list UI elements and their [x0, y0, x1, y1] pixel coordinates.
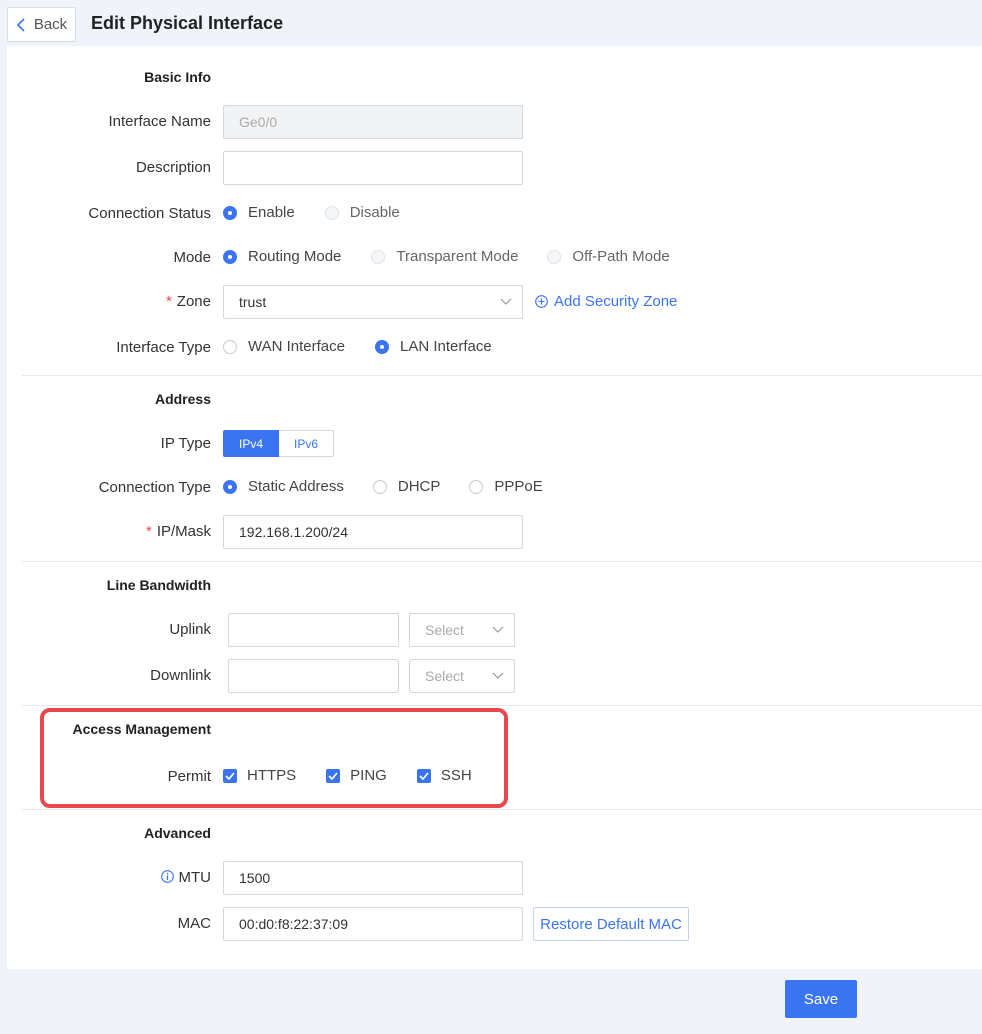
back-button[interactable]: Back: [7, 7, 76, 42]
radio-checked-icon: [223, 479, 237, 494]
mode-label: Mode: [173, 249, 211, 266]
chevron-down-icon: [492, 672, 504, 679]
zone-label: * Zone: [0, 293, 211, 310]
radio-routing-mode-label: Routing Mode: [248, 248, 342, 265]
divider: [22, 375, 982, 376]
chevron-down-icon: [492, 626, 504, 633]
interface-type-radio-group: WAN Interface LAN Interface: [223, 338, 492, 355]
description-label: Description: [135, 159, 211, 176]
add-security-zone-link[interactable]: Add Security Zone: [535, 293, 677, 310]
uplink-unit-select[interactable]: Select: [409, 613, 515, 647]
interface-type-label: Interface Type: [116, 339, 211, 356]
connection-type-radio-group: Static Address DHCP PPPoE: [223, 478, 543, 495]
radio-dhcp[interactable]: DHCP: [372, 478, 441, 495]
divider: [22, 561, 982, 562]
divider: [22, 705, 982, 706]
radio-unchecked-icon: [223, 339, 237, 354]
radio-unchecked-icon: [372, 479, 387, 494]
downlink-label: Downlink: [150, 667, 211, 684]
info-icon[interactable]: [160, 870, 174, 883]
uplink-field[interactable]: [228, 613, 399, 647]
radio-pppoe-label: PPPoE: [494, 478, 543, 495]
mac-value: 00:d0:f8:22:37:09: [239, 916, 348, 932]
ip-mask-field[interactable]: 192.168.1.200/24: [223, 515, 523, 549]
ip-mask-value: 192.168.1.200/24: [239, 524, 348, 540]
radio-unchecked-icon: [469, 479, 484, 494]
radio-transparent-mode[interactable]: Transparent Mode: [371, 248, 518, 265]
radio-static-address[interactable]: Static Address: [223, 478, 344, 495]
radio-routing-mode[interactable]: Routing Mode: [223, 248, 341, 265]
interface-name-value: Ge0/0: [239, 114, 278, 130]
radio-checked-icon: [374, 339, 389, 354]
chevron-left-icon: [16, 17, 25, 32]
downlink-unit-select[interactable]: Select: [409, 659, 515, 693]
mtu-label: MTU: [0, 869, 211, 886]
mtu-field[interactable]: 1500: [223, 861, 523, 895]
radio-enable-label: Enable: [248, 204, 295, 221]
radio-checked-icon: [223, 205, 237, 220]
radio-dhcp-label: DHCP: [397, 478, 441, 495]
radio-disable[interactable]: Disable: [324, 204, 400, 221]
mtu-label-text: MTU: [178, 869, 212, 886]
uplink-label: Uplink: [169, 621, 211, 638]
interface-name-field: Ge0/0: [223, 105, 523, 139]
mtu-value: 1500: [239, 870, 271, 886]
description-field[interactable]: [223, 151, 523, 185]
section-title-address: Address: [154, 391, 211, 407]
ip-type-segmented: IPv4 IPv6: [223, 430, 334, 457]
radio-disable-label: Disable: [349, 204, 400, 221]
zone-select-value: trust: [239, 294, 267, 310]
radio-checked-icon: [223, 249, 237, 264]
radio-unchecked-icon: [547, 249, 562, 264]
radio-pppoe[interactable]: PPPoE: [469, 478, 543, 495]
radio-transparent-mode-label: Transparent Mode: [396, 248, 519, 265]
radio-off-path-mode[interactable]: Off-Path Mode: [547, 248, 670, 265]
radio-wan-interface[interactable]: WAN Interface: [223, 338, 345, 355]
section-title-advanced: Advanced: [144, 825, 211, 841]
highlight-box: [40, 708, 508, 808]
radio-off-path-mode-label: Off-Path Mode: [572, 248, 670, 265]
connection-status-radio-group: Enable Disable: [223, 204, 400, 221]
page-header: Back Edit Physical Interface: [0, 0, 982, 46]
mode-radio-group: Routing Mode Transparent Mode Off-Path M…: [223, 248, 670, 265]
ip-mask-label-text: IP/Mask: [156, 523, 211, 540]
mac-label: MAC: [177, 915, 211, 932]
page-title: Edit Physical Interface: [91, 13, 284, 33]
downlink-unit-placeholder: Select: [425, 668, 464, 684]
ip-mask-label: * IP/Mask: [0, 523, 211, 540]
save-button[interactable]: Save: [785, 980, 857, 1018]
required-marker: *: [145, 523, 152, 540]
connection-type-label: Connection Type: [98, 479, 211, 496]
radio-static-address-label: Static Address: [248, 478, 344, 495]
uplink-unit-placeholder: Select: [425, 622, 464, 638]
downlink-field[interactable]: [228, 659, 399, 693]
divider: [22, 809, 982, 810]
radio-unchecked-icon: [371, 249, 386, 264]
radio-enable[interactable]: Enable: [223, 204, 295, 221]
mac-field[interactable]: 00:d0:f8:22:37:09: [223, 907, 523, 941]
interface-name-label: Interface Name: [108, 113, 211, 130]
radio-wan-interface-label: WAN Interface: [248, 338, 345, 355]
ip-type-label: IP Type: [160, 435, 211, 452]
zone-label-text: Zone: [176, 293, 211, 310]
radio-lan-interface-label: LAN Interface: [399, 338, 492, 355]
add-security-zone-label: Add Security Zone: [554, 293, 678, 310]
ip-type-ipv6-button[interactable]: IPv6: [279, 430, 334, 457]
section-title-line-bandwidth: Line Bandwidth: [106, 577, 211, 593]
zone-select[interactable]: trust: [223, 285, 523, 319]
ip-type-ipv4-button[interactable]: IPv4: [223, 430, 279, 457]
connection-status-label: Connection Status: [88, 205, 211, 222]
radio-lan-interface[interactable]: LAN Interface: [374, 338, 492, 355]
restore-default-mac-button[interactable]: Restore Default MAC: [533, 907, 689, 941]
required-marker: *: [165, 293, 172, 310]
plus-circle-icon: [535, 295, 548, 308]
back-label: Back: [33, 16, 68, 33]
section-title-basic-info: Basic Info: [144, 69, 211, 85]
radio-unchecked-icon: [324, 205, 339, 220]
chevron-down-icon: [500, 298, 512, 305]
